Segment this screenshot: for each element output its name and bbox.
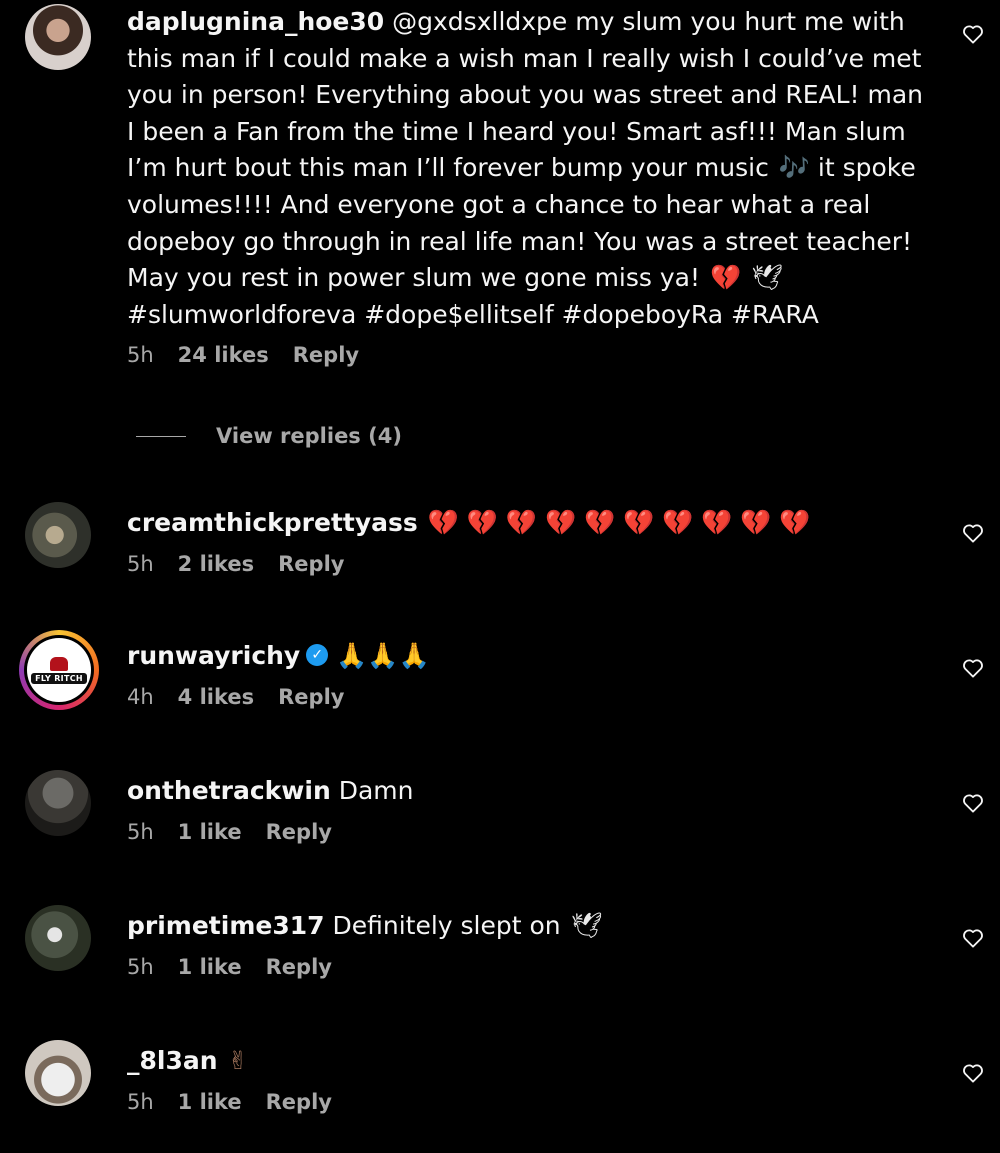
- heart-outline-icon: [963, 659, 983, 678]
- verified-badge-icon: ✓: [306, 644, 329, 666]
- comment-text: daplugnina_hoe30 @gxdsxlldxpe my slum yo…: [127, 4, 937, 333]
- divider-line: [136, 435, 186, 437]
- like-button[interactable]: [960, 520, 986, 546]
- like-button[interactable]: [960, 21, 986, 47]
- heart-outline-icon: [963, 794, 983, 813]
- crossed-fingers-emoji: ✌: [227, 1046, 249, 1075]
- comment-meta: 5h 1 like Reply: [127, 955, 937, 979]
- comment-meta: 5h 1 like Reply: [127, 1090, 937, 1114]
- music-note-emoji: 🎶: [778, 153, 810, 183]
- dove-emoji: 🕊: [751, 263, 783, 293]
- reply-button[interactable]: Reply: [266, 955, 332, 979]
- dove-emoji: 🕊: [570, 911, 603, 940]
- comment-text: _8l3an ✌: [127, 1043, 937, 1080]
- avatar[interactable]: [25, 1040, 91, 1106]
- comment-body: Definitely slept on: [332, 911, 569, 940]
- reply-button[interactable]: Reply: [293, 343, 359, 367]
- reply-button[interactable]: Reply: [278, 552, 344, 576]
- like-button[interactable]: [960, 1060, 986, 1086]
- avatar-ring-inner: FLY RITCH: [24, 635, 94, 705]
- username[interactable]: creamthickprettyass: [127, 508, 418, 537]
- like-button[interactable]: [960, 925, 986, 951]
- heart-outline-icon: [963, 1064, 983, 1083]
- username[interactable]: runwayrichy: [127, 641, 300, 670]
- username[interactable]: _8l3an: [127, 1046, 218, 1075]
- likes-count[interactable]: 1 like: [178, 1090, 242, 1114]
- timestamp: 4h: [127, 684, 154, 709]
- logo-figure: [50, 656, 68, 671]
- username[interactable]: onthetrackwin: [127, 776, 331, 805]
- comment-text: primetime317 Definitely slept on 🕊: [127, 908, 937, 945]
- username[interactable]: primetime317: [127, 911, 325, 940]
- comment-body: Damn: [338, 776, 414, 805]
- timestamp: 5h: [127, 343, 154, 368]
- avatar[interactable]: [25, 502, 91, 568]
- heart-outline-icon: [963, 929, 983, 948]
- username[interactable]: daplugnina_hoe30: [127, 7, 384, 36]
- avatar[interactable]: [25, 4, 91, 70]
- view-replies-label: View replies (4): [216, 424, 402, 448]
- reply-button[interactable]: Reply: [266, 1090, 332, 1114]
- timestamp: 5h: [127, 551, 154, 576]
- comment-text: onthetrackwin Damn: [127, 773, 937, 810]
- timestamp: 5h: [127, 954, 154, 979]
- like-button[interactable]: [960, 655, 986, 681]
- hashtags[interactable]: #slumworldforeva #dope$ellitself #dopebo…: [127, 300, 819, 329]
- timestamp: 5h: [127, 819, 154, 844]
- view-replies-button[interactable]: View replies (4): [136, 424, 402, 448]
- reply-button[interactable]: Reply: [278, 685, 344, 709]
- avatar[interactable]: [25, 770, 91, 836]
- comment-meta: 5h 1 like Reply: [127, 820, 937, 844]
- timestamp: 5h: [127, 1089, 154, 1114]
- heart-outline-icon: [963, 524, 983, 543]
- broken-heart-emoji: 💔: [709, 263, 742, 293]
- likes-count[interactable]: 1 like: [178, 820, 242, 844]
- comment-text: runwayrichy ✓ 🙏🙏🙏: [127, 638, 937, 675]
- likes-count[interactable]: 4 likes: [178, 685, 254, 709]
- comment-meta: 5h 24 likes Reply: [127, 343, 937, 367]
- avatar[interactable]: FLY RITCH: [19, 630, 99, 710]
- fly-ritch-logo: FLY RITCH: [27, 638, 91, 702]
- likes-count[interactable]: 24 likes: [178, 343, 269, 367]
- likes-count[interactable]: 1 like: [178, 955, 242, 979]
- comment-meta: 4h 4 likes Reply: [127, 685, 937, 709]
- comment-text: creamthickprettyass 💔 💔 💔 💔 💔 💔 💔 💔 💔 💔: [127, 505, 937, 542]
- comment-meta: 5h 2 likes Reply: [127, 552, 937, 576]
- praying-hands-emojis: 🙏🙏🙏: [336, 641, 430, 670]
- broken-heart-emojis: 💔 💔 💔 💔 💔 💔 💔 💔 💔 💔: [427, 508, 811, 537]
- avatar[interactable]: [25, 905, 91, 971]
- likes-count[interactable]: 2 likes: [178, 552, 254, 576]
- logo-text: FLY RITCH: [31, 672, 87, 684]
- reply-button[interactable]: Reply: [266, 820, 332, 844]
- like-button[interactable]: [960, 790, 986, 816]
- heart-outline-icon: [963, 25, 983, 44]
